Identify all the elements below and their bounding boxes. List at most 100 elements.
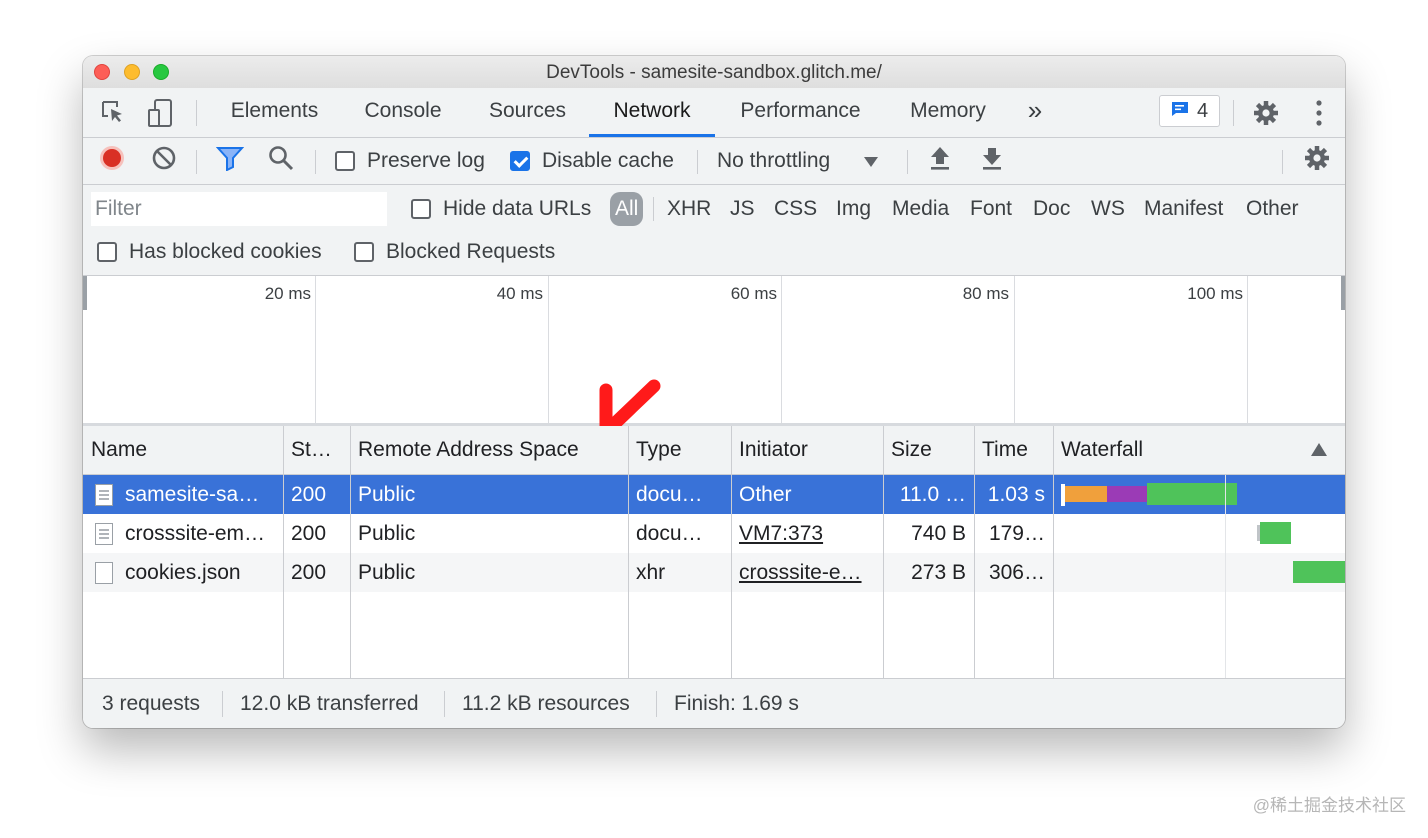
cell-size: 740 B <box>911 522 966 545</box>
blocked-requests-box[interactable] <box>354 242 374 262</box>
status-transferred: 12.0 kB transferred <box>240 692 419 715</box>
more-tabs-button[interactable]: » <box>1019 88 1051 137</box>
column-divider[interactable] <box>283 426 284 678</box>
disable-cache-box[interactable] <box>510 151 530 171</box>
column-divider[interactable] <box>350 426 351 678</box>
column-divider[interactable] <box>974 426 975 678</box>
blocked-requests-checkbox[interactable]: Blocked Requests <box>354 230 555 274</box>
initiator-link[interactable]: VM7:373 <box>739 522 823 545</box>
filter-type-js[interactable]: JS <box>730 195 755 223</box>
filter-funnel-icon <box>215 145 245 177</box>
overview-right-handle[interactable] <box>1341 276 1345 310</box>
column-header-time[interactable]: Time <box>974 426 1053 474</box>
initiator-link[interactable]: crosssite-e… <box>739 561 862 584</box>
column-header-size[interactable]: Size <box>883 426 974 474</box>
export-har-button[interactable] <box>981 138 1003 184</box>
column-header-status[interactable]: St… <box>283 426 350 474</box>
watermark: @稀土掘金技术社区 <box>1252 796 1406 815</box>
overview-tick-label: 100 ms <box>1187 284 1243 303</box>
hide-data-urls-checkbox[interactable]: Hide data URLs <box>411 185 591 233</box>
filter-type-media[interactable]: Media <box>892 195 949 223</box>
has-blocked-cookies-box[interactable] <box>97 242 117 262</box>
clear-button[interactable] <box>151 138 177 184</box>
filter-input[interactable] <box>91 192 387 226</box>
filter-separator <box>653 197 654 221</box>
upload-arrow-icon <box>929 145 951 177</box>
document-icon <box>95 523 113 545</box>
filter-type-doc[interactable]: Doc <box>1033 195 1070 223</box>
cell-type: docu… <box>636 483 703 506</box>
toolbar-separator <box>315 150 316 174</box>
filter-type-other[interactable]: Other <box>1246 195 1299 223</box>
column-divider[interactable] <box>731 426 732 678</box>
throttling-value: No throttling <box>717 149 831 172</box>
table-row[interactable]: cookies.json 200 Public xhr crosssite-e…… <box>83 553 1345 592</box>
throttling-select[interactable]: No throttling <box>717 138 879 184</box>
clear-icon <box>151 145 177 177</box>
disable-cache-checkbox[interactable]: Disable cache <box>510 138 674 184</box>
preserve-log-box[interactable] <box>335 151 355 171</box>
filter-type-ws[interactable]: WS <box>1091 195 1125 223</box>
import-har-button[interactable] <box>929 138 951 184</box>
tab-network[interactable]: Network <box>589 88 715 137</box>
preserve-log-label: Preserve log <box>367 149 485 172</box>
filter-type-all[interactable]: All <box>610 192 644 226</box>
column-divider[interactable] <box>883 426 884 678</box>
filter-type-img[interactable]: Img <box>836 195 871 223</box>
column-divider[interactable] <box>628 426 629 678</box>
table-row[interactable]: samesite-sa… 200 Public docu… Other 11.0… <box>83 475 1345 514</box>
table-row[interactable]: crosssite-em… 200 Public docu… VM7:373 7… <box>83 514 1345 553</box>
record-button[interactable] <box>99 138 125 184</box>
issues-count: 4 <box>1196 99 1209 122</box>
filter-type-css[interactable]: CSS <box>774 195 817 223</box>
overview-tick-label: 20 ms <box>264 284 311 303</box>
column-header-remote-address-space[interactable]: Remote Address Space <box>350 426 628 474</box>
tab-sources[interactable]: Sources <box>475 88 580 137</box>
status-separator <box>656 691 657 717</box>
inspect-element-icon[interactable] <box>99 98 129 128</box>
overview-gridline <box>1014 276 1015 423</box>
column-header-initiator[interactable]: Initiator <box>731 426 883 474</box>
table-header: Name St… Remote Address Space Type Initi… <box>83 426 1345 475</box>
cell-initiator: crosssite-e… <box>731 553 883 592</box>
document-icon <box>95 484 113 506</box>
hide-data-urls-box[interactable] <box>411 199 431 219</box>
device-toolbar-icon[interactable] <box>146 98 176 128</box>
record-icon <box>99 145 125 177</box>
column-divider[interactable] <box>1053 426 1054 678</box>
cell-time: 306… <box>988 561 1045 584</box>
search-icon <box>268 145 294 177</box>
network-overview[interactable]: 20 ms 40 ms 60 ms 80 ms 100 ms <box>83 276 1345 443</box>
overview-tick-label: 80 ms <box>962 284 1009 303</box>
sort-ascending-icon[interactable] <box>1311 443 1327 461</box>
settings-gear-icon[interactable] <box>1251 98 1281 128</box>
filter-type-manifest[interactable]: Manifest <box>1144 195 1223 223</box>
filter-toggle-button[interactable] <box>215 138 245 184</box>
column-header-waterfall[interactable]: Waterfall <box>1053 426 1283 474</box>
overview-tick-label: 40 ms <box>496 284 543 303</box>
tab-memory[interactable]: Memory <box>893 88 1003 137</box>
filter-type-xhr[interactable]: XHR <box>667 195 711 223</box>
waterfall-gridline <box>1225 475 1226 678</box>
column-header-name[interactable]: Name <box>83 426 283 474</box>
network-settings-button[interactable] <box>1303 138 1331 184</box>
tab-console[interactable]: Console <box>347 88 459 137</box>
search-button[interactable] <box>268 138 294 184</box>
issues-badge[interactable]: 4 <box>1159 95 1220 127</box>
more-options-icon[interactable] <box>1304 98 1334 128</box>
overview-left-handle[interactable] <box>83 276 87 310</box>
cell-remote-address-space: Public <box>358 522 416 545</box>
cell-name: crosssite-em… <box>125 522 266 545</box>
status-bar: 3 requests 12.0 kB transferred 11.2 kB r… <box>83 678 1345 728</box>
waterfall-download-segment <box>1147 483 1237 505</box>
column-header-type[interactable]: Type <box>628 426 731 474</box>
tab-elements[interactable]: Elements <box>217 88 332 137</box>
toolbar-separator <box>1282 150 1283 174</box>
dropdown-arrow-icon <box>864 149 879 173</box>
has-blocked-cookies-checkbox[interactable]: Has blocked cookies <box>97 230 322 274</box>
filter-type-font[interactable]: Font <box>970 195 1012 223</box>
tab-performance[interactable]: Performance <box>723 88 878 137</box>
preserve-log-checkbox[interactable]: Preserve log <box>335 138 485 184</box>
has-blocked-cookies-label: Has blocked cookies <box>129 240 322 263</box>
waterfall-ssl-segment <box>1107 486 1147 502</box>
